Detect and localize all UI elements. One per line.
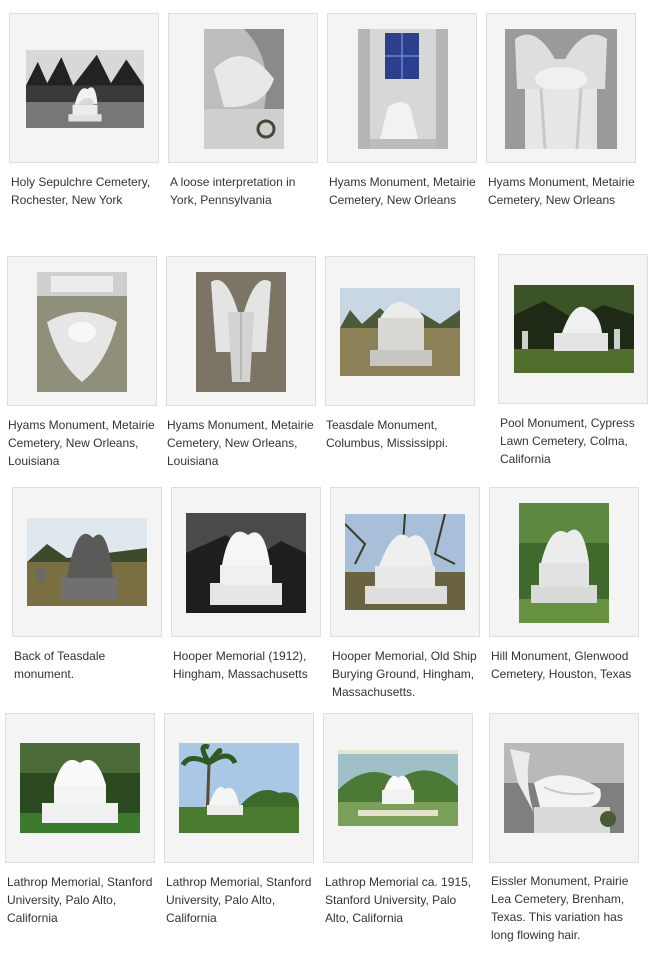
tomb-interior-photo[interactable] <box>358 29 448 149</box>
statue-photo-bw[interactable] <box>186 513 306 613</box>
caption: Hyams Monument, Metairie Cemetery, New O… <box>167 418 314 468</box>
caption: Holy Sepulchre Cemetery, Rochester, New … <box>11 175 151 207</box>
statue-cemetery-photo[interactable] <box>514 285 634 373</box>
statue-overhead-photo[interactable] <box>37 272 127 392</box>
statue-cemetery-photo[interactable] <box>345 514 465 610</box>
statue-cemetery-photo[interactable] <box>519 503 609 623</box>
statue-closeup-photo[interactable] <box>505 29 617 149</box>
caption: Hooper Memorial, Old Ship Burying Ground… <box>332 649 477 699</box>
caption: Lathrop Memorial, Stanford University, P… <box>166 875 312 925</box>
statue-closeup-photo[interactable] <box>204 29 284 149</box>
postcard-photo[interactable] <box>338 750 458 826</box>
statue-photo-bw[interactable] <box>26 50 144 128</box>
caption: Back of Teasdale monument. <box>14 649 106 681</box>
caption: Teasdale Monument, Columbus, Mississippi… <box>326 418 449 450</box>
caption: Hyams Monument, Metairie Cemetery, New O… <box>329 175 476 207</box>
caption: Hooper Memorial (1912), Hingham, Massach… <box>173 649 308 681</box>
caption: A loose interpretation in York, Pennsylv… <box>170 175 296 207</box>
caption: Eissler Monument, Prairie Lea Cemetery, … <box>491 874 629 942</box>
statue-garden-photo[interactable] <box>20 743 140 833</box>
caption: Hyams Monument, Metairie Cemetery, New O… <box>8 418 155 468</box>
caption: Lathrop Memorial ca. 1915, Stanford Univ… <box>325 875 472 925</box>
statue-back-photo[interactable] <box>196 272 286 392</box>
statue-garden-photo[interactable] <box>179 743 299 833</box>
caption: Pool Monument, Cypress Lawn Cemetery, Co… <box>500 416 635 466</box>
statue-back-photo[interactable] <box>27 518 147 606</box>
statue-closeup-photo[interactable] <box>504 743 624 833</box>
caption: Lathrop Memorial, Stanford University, P… <box>7 875 153 925</box>
caption: Hyams Monument, Metairie Cemetery, New O… <box>488 175 635 207</box>
statue-cemetery-photo[interactable] <box>340 288 460 376</box>
caption: Hill Monument, Glenwood Cemetery, Housto… <box>491 649 632 681</box>
